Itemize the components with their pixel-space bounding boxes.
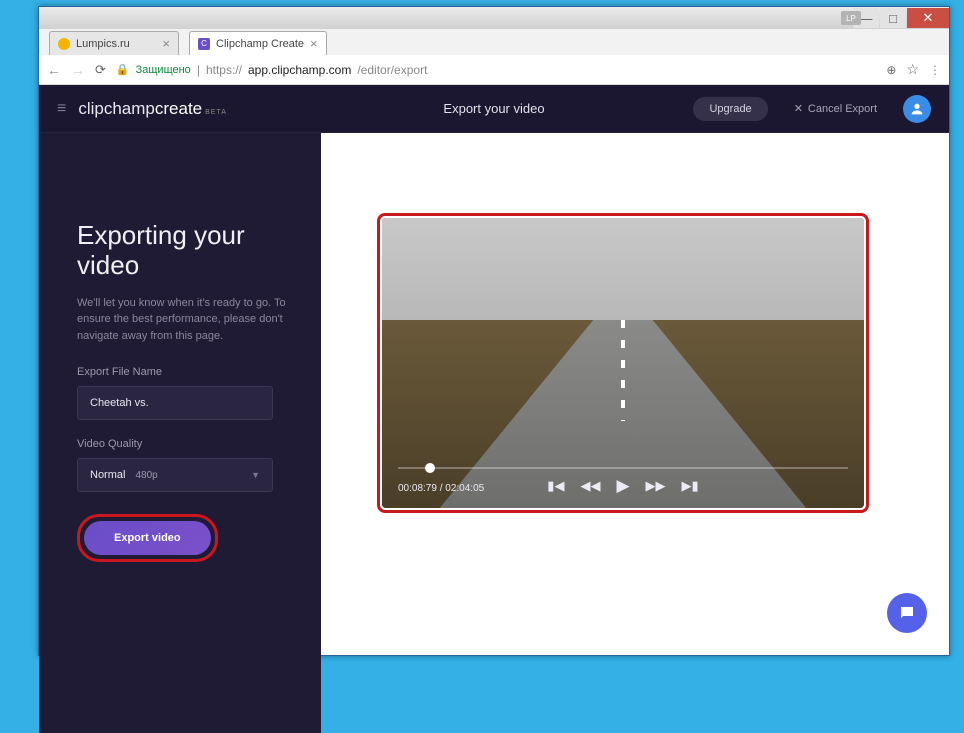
tab-title: Clipchamp Create <box>216 38 304 50</box>
time-display: 00:08:79 / 02:04:05 <box>398 483 484 494</box>
app-logo[interactable]: clipchampcreateBETA <box>78 99 227 119</box>
support-chat-button[interactable] <box>887 593 927 633</box>
player-highlight: 00:08:79 / 02:04:05 ▮◀ ◀◀ ▶ ▶▶ ▶▮ <box>377 213 869 513</box>
secure-label: Защищено <box>136 64 191 76</box>
menu-hamburger-icon[interactable]: ≡ <box>57 100 66 118</box>
nav-arrows: ← → <box>47 62 85 78</box>
export-heading: Exporting your video <box>77 221 295 281</box>
url-path: /editor/export <box>357 63 427 77</box>
translate-icon[interactable]: ⊕ <box>886 63 896 77</box>
skip-start-icon[interactable]: ▮◀ <box>547 478 564 494</box>
browser-tab-clipchamp[interactable]: C Clipchamp Create × <box>189 31 327 55</box>
window-maximize-button[interactable]: □ <box>880 8 906 28</box>
user-avatar[interactable] <box>903 95 931 123</box>
export-button-highlight: Export video <box>77 514 218 562</box>
export-subheading: We'll let you know when it's ready to go… <box>77 295 295 345</box>
filename-label: Export File Name <box>77 366 295 378</box>
url-scheme: https:// <box>206 63 242 77</box>
bookmark-icon[interactable]: ☆ <box>906 61 919 78</box>
close-icon: ✕ <box>794 102 803 115</box>
app-header: ≡ clipchampcreateBETA Export your video … <box>39 85 949 133</box>
url-box[interactable]: 🔒 Защищено | https://app.clipchamp.com/e… <box>116 63 876 77</box>
tab-title: Lumpics.ru <box>76 38 130 50</box>
export-video-button[interactable]: Export video <box>84 521 211 555</box>
url-host: app.clipchamp.com <box>248 63 351 77</box>
progress-knob[interactable] <box>425 463 435 473</box>
browser-tabs: Lumpics.ru × C Clipchamp Create × <box>39 29 949 55</box>
quality-resolution: 480p <box>135 470 157 481</box>
fast-forward-icon[interactable]: ▶▶ <box>646 478 666 494</box>
tab-close-icon[interactable]: × <box>162 36 170 51</box>
skip-end-icon[interactable]: ▶▮ <box>682 478 699 494</box>
page-title: Export your video <box>443 101 544 116</box>
upgrade-button[interactable]: Upgrade <box>693 97 767 121</box>
filename-input[interactable]: Cheetah vs. <box>77 386 273 420</box>
quality-select[interactable]: Normal 480p ▼ <box>77 458 273 492</box>
browser-window: LP — □ ✕ Lumpics.ru × C Clipchamp Create… <box>38 6 950 656</box>
preview-area: 00:08:79 / 02:04:05 ▮◀ ◀◀ ▶ ▶▶ ▶▮ <box>321 133 949 733</box>
favicon-icon: C <box>198 38 210 50</box>
back-button[interactable]: ← <box>47 62 61 78</box>
profile-badge: LP <box>841 11 861 25</box>
chat-icon <box>898 604 916 622</box>
browser-tab-lumpics[interactable]: Lumpics.ru × <box>49 31 179 55</box>
player-controls: 00:08:79 / 02:04:05 ▮◀ ◀◀ ▶ ▶▶ ▶▮ <box>382 457 864 508</box>
cancel-export-button[interactable]: ✕ Cancel Export <box>794 102 877 115</box>
window-titlebar: LP — □ ✕ <box>39 7 949 29</box>
favicon-icon <box>58 38 70 50</box>
export-sidebar: Exporting your video We'll let you know … <box>39 133 321 733</box>
lock-icon: 🔒 <box>116 63 130 76</box>
chevron-down-icon: ▼ <box>251 470 260 480</box>
video-player[interactable]: 00:08:79 / 02:04:05 ▮◀ ◀◀ ▶ ▶▶ ▶▮ <box>382 218 864 508</box>
reload-button[interactable]: ⟳ <box>95 62 106 78</box>
rewind-icon[interactable]: ◀◀ <box>580 478 600 494</box>
menu-icon[interactable]: ⋮ <box>929 63 941 77</box>
page-content: Exporting your video We'll let you know … <box>39 85 949 733</box>
quality-value: Normal <box>90 469 125 481</box>
quality-label: Video Quality <box>77 438 295 450</box>
progress-bar[interactable] <box>398 467 848 469</box>
play-icon[interactable]: ▶ <box>616 476 629 496</box>
address-bar: ← → ⟳ 🔒 Защищено | https://app.clipchamp… <box>39 55 949 85</box>
tab-close-icon[interactable]: × <box>310 36 318 51</box>
window-close-button[interactable]: ✕ <box>907 8 949 28</box>
forward-button[interactable]: → <box>71 62 85 78</box>
